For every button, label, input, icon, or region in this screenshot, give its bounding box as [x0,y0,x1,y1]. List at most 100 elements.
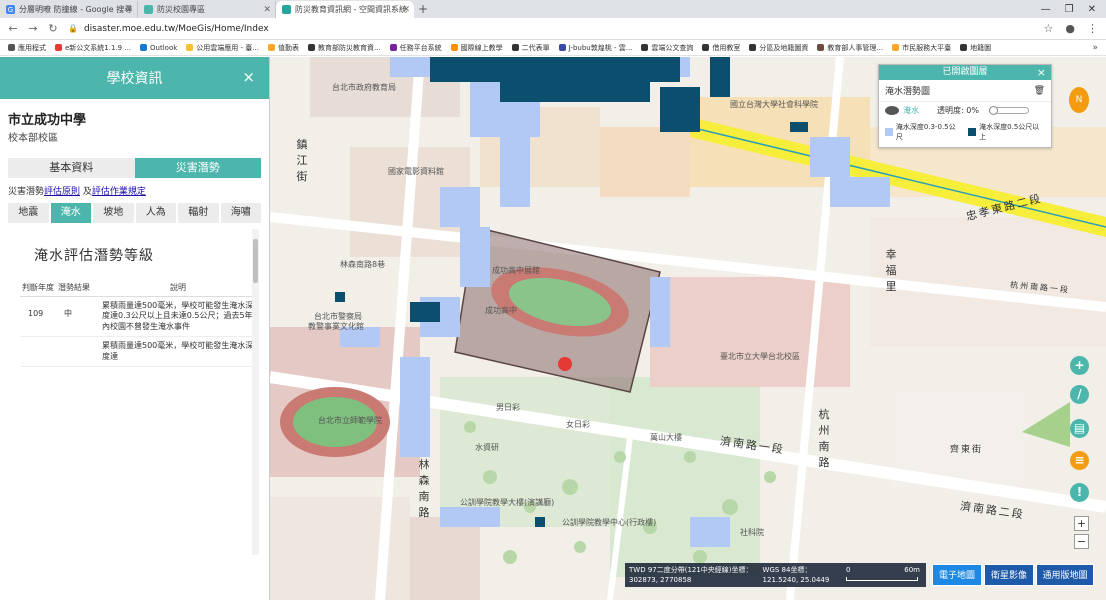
compass-icon[interactable]: N [1069,87,1089,113]
bookmark-item[interactable]: 值勤表 [267,43,299,53]
add-icon[interactable]: + [1070,356,1089,375]
tab-radiation[interactable]: 輻射 [178,203,219,223]
bookmark-item[interactable]: 二代表單 [511,43,550,53]
bookmark-icon [511,44,519,51]
table-cell-result: 中 [56,296,100,338]
table-row: 累積雨量達500毫米，學校可能發生淹水深度達 [20,336,256,367]
reload-icon[interactable]: ↻ [48,22,58,35]
bookmark-icon [140,44,148,51]
info-icon[interactable]: ! [1070,483,1089,502]
basemap-general-button[interactable]: 通用版地圖 [1036,564,1094,586]
maximize-icon[interactable]: ❐ [1065,4,1074,15]
bookmark-item[interactable]: 教育部人事管理... [817,43,883,53]
bookmark-label: Outlook [150,43,178,52]
tab-disaster-potential[interactable]: 災害潛勢 [134,158,261,178]
layer-item[interactable]: 淹水潛勢圖 🗑 [879,80,1051,102]
bookmark-item[interactable]: J-bubu敦煌桃 - 雲... [558,43,632,53]
table-cell-year [20,336,56,367]
close-window-icon[interactable]: ✕ [1088,4,1096,15]
tab-close-icon[interactable]: ✕ [125,5,133,15]
road-label: 幸福里 [885,248,897,293]
scale-bar: 0 60m [844,563,926,587]
scale-end: 60m [904,566,920,574]
panel-header: 學校資訊 × [0,57,269,99]
school-name: 市立成功中學 [8,113,87,128]
bookmark-item[interactable]: e新公文系統1.1.9 ... [55,43,131,53]
delete-icon[interactable]: 🗑 [1034,86,1045,96]
url-text: disaster.moe.edu.tw/MoeGis/Home/Index [83,23,269,34]
scale-line [846,577,918,581]
bookmark-item[interactable]: 國際線上教學 [450,43,503,53]
bookmark-label: 任務平台系統 [399,43,442,52]
bookmark-item[interactable]: 地籍圖 [960,43,991,53]
bookmark-icon [817,44,825,51]
close-icon[interactable]: × [1037,65,1046,80]
layers-icon[interactable]: ≡ [1070,451,1089,470]
close-icon[interactable]: × [242,68,255,86]
zoom-in-button[interactable]: + [1074,516,1089,531]
eye-icon[interactable] [885,106,899,115]
evaluation-table: 判斷年度 潛勢結果 說明 109 中 累積雨量達500毫米，學校可能發生淹水深度… [20,279,256,367]
twd-label: TWD 97二度分帶(121中央經線)坐標： [629,566,753,574]
basemap-electronic-button[interactable]: 電子地圖 [932,564,982,586]
slider-handle[interactable] [988,106,998,115]
browser-tab-google[interactable]: G 分層明暸 防撞線 - Google 搜尋 ✕ [0,1,138,18]
bookmark-label: 分區及地籍圖資 [759,43,809,52]
zoom-out-button[interactable]: − [1074,534,1089,549]
profile-icon[interactable]: ● [1065,22,1075,35]
bookmark-item[interactable]: 借用教室 [702,43,740,53]
evaluation-principle-link[interactable]: 評估原則 [44,187,80,197]
measure-icon[interactable]: / [1070,385,1089,404]
tab-title: 分層明暸 防撞線 - Google 搜尋 [19,5,133,14]
forward-icon[interactable]: → [28,22,38,35]
tab-flood[interactable]: 淹水 [50,203,91,223]
tab-earthquake[interactable]: 地震 [8,203,49,223]
browser-tab-gis[interactable]: 防災教育資訊網 - 空間資訊系統 ✕ [276,1,414,18]
evaluation-rules-link[interactable]: 評估作業規定 [92,187,146,197]
bookmark-label: 值勤表 [277,43,299,52]
browser-tab-disaster-zone[interactable]: 防災校園專區 ✕ [138,1,276,18]
bookmark-item[interactable]: 市民服務大平臺 [892,43,951,53]
bookmark-icon [960,44,968,51]
browser-tab-bar: G 分層明暸 防撞線 - Google 搜尋 ✕ 防災校園專區 ✕ 防災教育資訊… [0,0,1106,18]
print-icon[interactable]: ▤ [1070,419,1089,438]
star-icon[interactable]: ☆ [1044,22,1054,35]
scrollbar[interactable] [252,229,259,555]
basemap-satellite-button[interactable]: 衛星影像 [984,564,1034,586]
layer-legend: 淹水深度0.3-0.5公尺 淹水深度0.5公尺以上 [879,119,1051,145]
bookmark-item[interactable]: 教育部防災教育資... [307,43,381,53]
bookmark-icon [702,44,710,51]
map-view[interactable]: 台北市政府教育局 國家電影資料館 林森南路8巷 台北市警察局 教警事業文化館 成… [270,57,1106,600]
site-favicon-icon [282,5,291,14]
bookmark-item[interactable]: 公用雲端應用 - 臺... [186,43,259,53]
menu-icon[interactable]: ⋮ [1087,22,1098,35]
new-tab-button[interactable]: + [414,1,432,18]
tab-tsunami[interactable]: 海嘯 [220,203,261,223]
tab-close-icon[interactable]: ✕ [402,5,410,15]
layer-name: 淹水潛勢圖 [885,87,931,97]
road-label: 杭州南路 [818,408,830,469]
place-label: 台北市立師範學院 [318,416,382,425]
wgs-value: 121.5240, 25.0449 [762,576,830,584]
bookmark-item[interactable]: 任務平台系統 [389,43,442,53]
opacity-slider[interactable] [988,106,1029,115]
tab-basic-info[interactable]: 基本資料 [8,158,135,178]
more-bookmarks-icon[interactable]: » [1092,43,1098,53]
place-label: 社科院 [740,528,764,537]
scrollbar-thumb[interactable] [253,239,258,283]
bookmark-icon [558,44,566,51]
tab-human[interactable]: 人為 [135,203,176,223]
bookmark-item[interactable]: 應用程式 [8,43,46,53]
back-icon[interactable]: ← [8,22,18,35]
hazard-tabs: 地震 淹水 坡地 人為 輻射 海嘯 [8,203,261,223]
place-label: 教警事業文化館 [308,322,364,331]
bookmark-item[interactable]: Outlook [140,44,177,52]
tab-slope[interactable]: 坡地 [93,203,134,223]
bookmark-item[interactable]: 分區及地籍圖資 [749,43,808,53]
tab-close-icon[interactable]: ✕ [263,5,271,15]
place-label: 國立台灣大學社會科學院 [730,100,818,109]
minimize-icon[interactable]: — [1041,4,1051,15]
url-field[interactable]: 🔒 disaster.moe.edu.tw/MoeGis/Home/Index [68,24,1034,34]
wgs-label: WGS 84坐標： [762,566,812,574]
bookmark-item[interactable]: 雲端公文查詢 [641,43,693,53]
